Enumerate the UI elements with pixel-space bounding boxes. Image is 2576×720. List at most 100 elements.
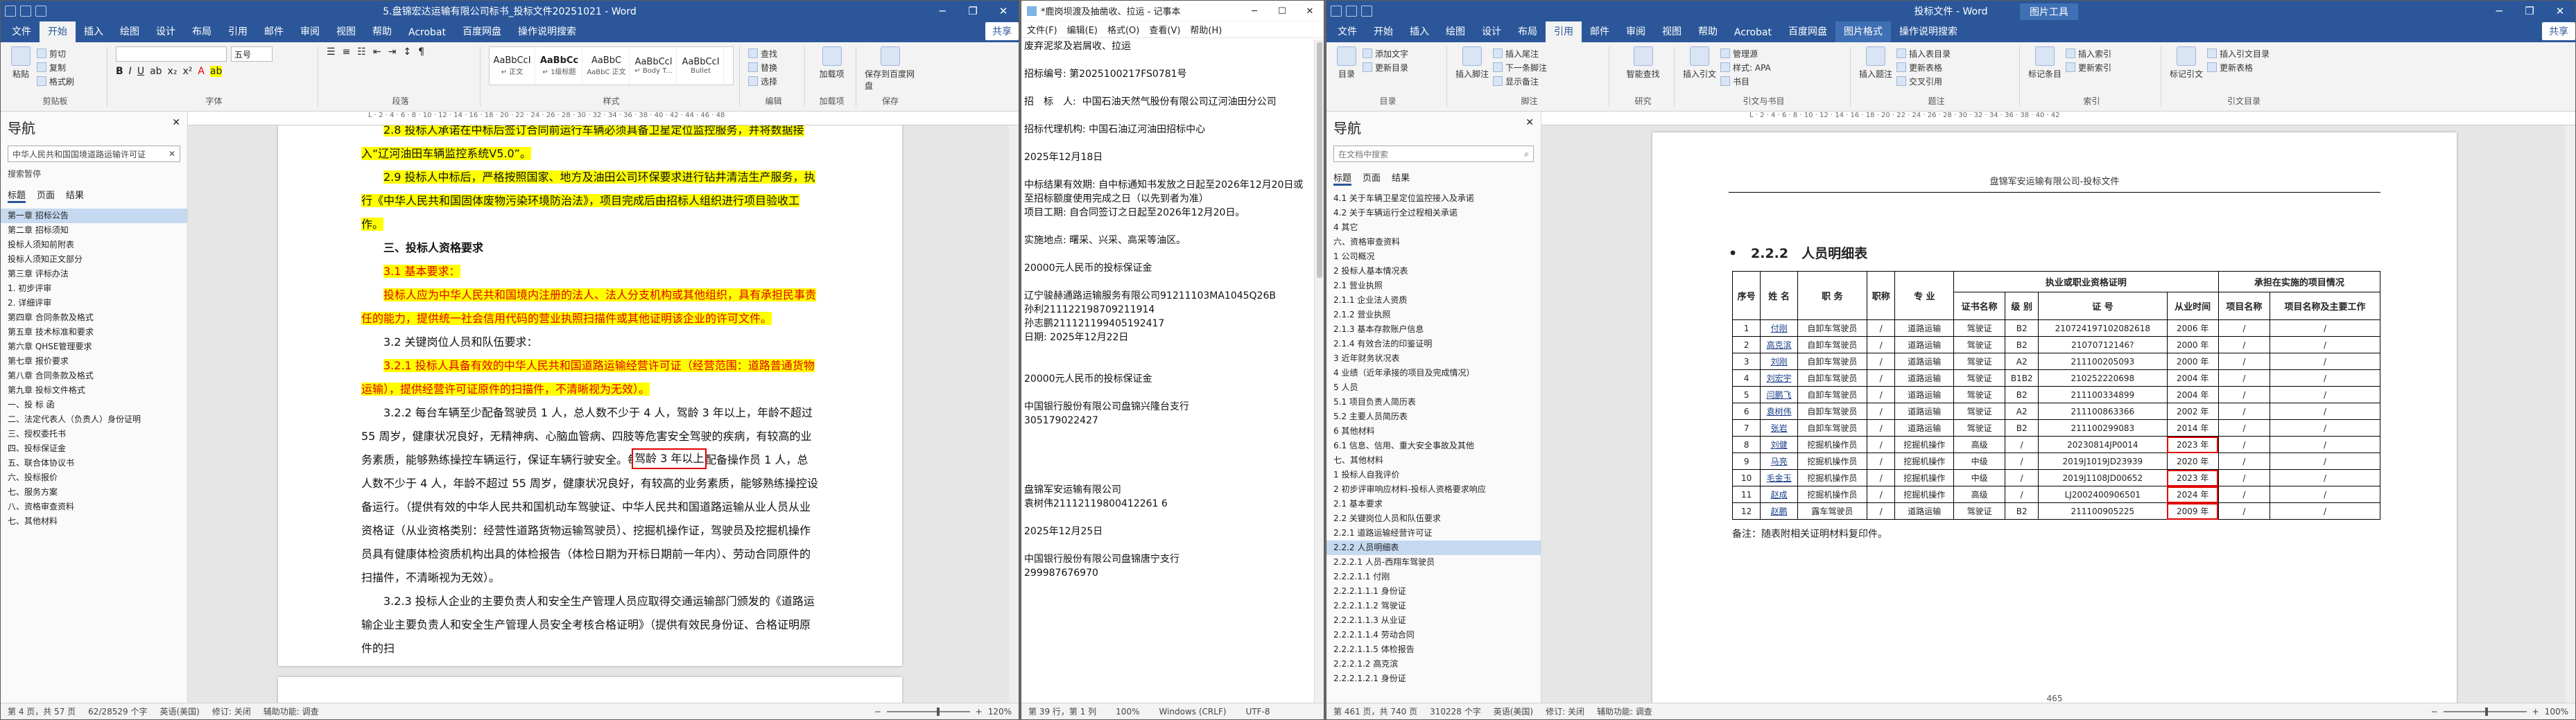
update-toa-button[interactable]: 更新表格 bbox=[2207, 60, 2270, 74]
nav-tree-item[interactable]: 2.2.2.1.2 高克滨 bbox=[1326, 657, 1541, 671]
nav-tab-results[interactable]: 结果 bbox=[66, 188, 84, 203]
nav-tree-item[interactable]: 2.1.2 营业执照 bbox=[1326, 308, 1541, 322]
nav-tree-item[interactable]: 第七章 报价要求 bbox=[1, 354, 187, 369]
share-button[interactable]: 共享 bbox=[2542, 22, 2575, 40]
addins-button[interactable]: 加载项 bbox=[813, 46, 850, 80]
page-counter[interactable]: 第 461 页，共 740 页 bbox=[1333, 705, 1417, 717]
zoom-out-icon[interactable]: − bbox=[2431, 707, 2438, 717]
paste-button[interactable]: 粘贴 bbox=[9, 46, 33, 80]
tab-acrobat[interactable]: Acrobat bbox=[400, 23, 454, 42]
tab-file[interactable]: 文件 bbox=[3, 20, 40, 42]
insert-endnote-button[interactable]: 插入尾注 bbox=[1493, 46, 1547, 60]
nav-tree-item[interactable]: 2.2.1 道路运输经营许可证 bbox=[1326, 526, 1541, 541]
nav-tree-item[interactable]: 2.1 营业执照 bbox=[1326, 279, 1541, 293]
nav-tree-item[interactable]: 4 业绩（近年承接的项目及完成情况） bbox=[1326, 366, 1541, 380]
language[interactable]: 英语(美国) bbox=[1494, 705, 1533, 717]
select-button[interactable]: 选择 bbox=[748, 74, 799, 88]
vertical-scrollbar[interactable] bbox=[1314, 39, 1324, 703]
nav-tree-item[interactable]: 一、投 标 函 bbox=[1, 398, 187, 412]
update-table-button[interactable]: 更新目录 bbox=[1363, 60, 1408, 74]
tab-mailings[interactable]: 邮件 bbox=[256, 20, 292, 42]
nav-tree-item[interactable]: 2. 详细评审 bbox=[1, 296, 187, 310]
copy-button[interactable]: 复制 bbox=[37, 60, 74, 74]
search-icon[interactable]: ⌕ bbox=[1524, 149, 1529, 159]
save-to-baidu-button[interactable]: 保存到百度网盘 bbox=[865, 46, 916, 91]
nav-tree-item[interactable]: 1. 初步评审 bbox=[1, 281, 187, 296]
nav-tree-item[interactable]: 五、联合体协议书 bbox=[1, 456, 187, 471]
language[interactable]: 英语(美国) bbox=[159, 705, 199, 717]
nav-tree-item[interactable]: 三、授权委托书 bbox=[1, 427, 187, 441]
nav-tree-item[interactable]: 1 投标人自我评价 bbox=[1326, 468, 1541, 482]
nav-tree-item[interactable]: 6 其他材料 bbox=[1326, 424, 1541, 439]
replace-button[interactable]: 替换 bbox=[748, 60, 799, 74]
undo-icon[interactable] bbox=[20, 6, 31, 17]
find-button[interactable]: 查找 bbox=[748, 46, 799, 60]
insert-citation-button[interactable]: 插入引文 bbox=[1683, 46, 1716, 80]
tab-draw[interactable]: 绘图 bbox=[112, 20, 148, 42]
menu-file[interactable]: 文件(F) bbox=[1027, 23, 1057, 36]
style-select[interactable]: 样式: APA bbox=[1720, 60, 1771, 74]
nav-tab-results[interactable]: 结果 bbox=[1392, 170, 1410, 186]
nav-tree-item[interactable]: 六、资格审查资料 bbox=[1326, 235, 1541, 249]
tab-design[interactable]: 设计 bbox=[1473, 20, 1510, 42]
nav-tree-item[interactable]: 2.2.2.1.1.4 劳动合同 bbox=[1326, 628, 1541, 642]
restore-icon[interactable]: ❐ bbox=[2514, 1, 2545, 21]
nav-tree-item[interactable]: 七、服务方案 bbox=[1, 485, 187, 500]
nav-tree-item[interactable]: 2.2.2.1.1.1 身份证 bbox=[1326, 584, 1541, 599]
nav-tree-item[interactable]: 第四章 合同条款及格式 bbox=[1, 310, 187, 325]
format-painter-button[interactable]: 格式刷 bbox=[37, 74, 74, 88]
nav-search-input[interactable]: 中华人民共和国国境道路运输许可证 ✕ bbox=[8, 146, 180, 162]
style-item[interactable]: AaBbC AaBbC 正文 bbox=[584, 47, 630, 85]
save-icon[interactable] bbox=[1331, 6, 1342, 17]
nav-tree-item[interactable]: 5.1 项目负责人简历表 bbox=[1326, 395, 1541, 410]
nav-tree-item[interactable]: 2.2.2.1.1.5 体检报告 bbox=[1326, 642, 1541, 657]
tab-file[interactable]: 文件 bbox=[1329, 20, 1365, 42]
insert-toa-button[interactable]: 插入引文目录 bbox=[2207, 46, 2270, 60]
italic-button[interactable]: I bbox=[129, 66, 132, 77]
nav-tree-item[interactable]: 2.2.2.1.2.1 身份证 bbox=[1326, 671, 1541, 686]
nav-tree-item[interactable]: 3 近年财务状况表 bbox=[1326, 351, 1541, 366]
nav-tree-item[interactable]: 第九章 投标文件格式 bbox=[1, 383, 187, 398]
tab-references[interactable]: 引用 bbox=[1546, 20, 1582, 42]
close-icon[interactable]: ✕ bbox=[2545, 1, 2575, 21]
subscript-button[interactable]: x₂ bbox=[168, 66, 178, 77]
insert-caption-button[interactable]: 插入题注 bbox=[1859, 46, 1892, 80]
tell-me-search[interactable]: 操作说明搜索 bbox=[1891, 20, 1966, 42]
nav-tree-item[interactable]: 2.1.3 基本存款账户信息 bbox=[1326, 322, 1541, 337]
bullets-icon[interactable]: ☰ bbox=[327, 46, 336, 58]
zoom-slider[interactable] bbox=[886, 707, 970, 716]
minimize-icon[interactable]: ─ bbox=[1241, 1, 1268, 21]
nav-tree-item[interactable]: 2 初步评审响应材料-投标人资格要求响应 bbox=[1326, 482, 1541, 497]
nav-tree-item[interactable]: 八、资格审查资料 bbox=[1, 500, 187, 514]
superscript-button[interactable]: x² bbox=[182, 66, 192, 77]
add-text-button[interactable]: 添加文字 bbox=[1363, 46, 1408, 60]
nav-tree-item[interactable]: 2.2.2.1 人员-西翔车驾驶员 bbox=[1326, 555, 1541, 570]
tab-acrobat[interactable]: Acrobat bbox=[1726, 23, 1780, 42]
nav-tree-item[interactable]: 4 其它 bbox=[1326, 220, 1541, 235]
increase-indent-icon[interactable]: ⇥ bbox=[388, 46, 397, 58]
accessibility[interactable]: 辅助功能: 调查 bbox=[1597, 705, 1652, 717]
show-marks-icon[interactable]: ¶ bbox=[418, 46, 424, 58]
redo-icon[interactable] bbox=[35, 6, 46, 17]
close-icon[interactable]: ✕ bbox=[988, 1, 1019, 21]
track-changes[interactable]: 修订: 关闭 bbox=[212, 705, 251, 717]
show-notes-button[interactable]: 显示备注 bbox=[1493, 74, 1547, 88]
zoom-level[interactable]: 120% bbox=[988, 707, 1012, 717]
nav-tab-headings[interactable]: 标题 bbox=[1333, 170, 1352, 186]
nav-tree-item[interactable]: 第一章 招标公告 bbox=[1, 209, 187, 223]
nav-search-input[interactable]: 在文档中搜索 ⌕ bbox=[1333, 146, 1534, 162]
mark-entry-button[interactable]: 标记条目 bbox=[2028, 46, 2061, 80]
nav-tree-item[interactable]: 2.1.1 企业法人资质 bbox=[1326, 293, 1541, 308]
tab-references[interactable]: 引用 bbox=[220, 20, 256, 42]
tab-insert[interactable]: 插入 bbox=[76, 20, 112, 42]
style-item[interactable]: AaBbCcl ↵ Body T... bbox=[631, 47, 677, 85]
text-editor[interactable]: 废弃泥浆及岩屑收、拉运 招标编号: 第2025100217FS0781号招 标 人… bbox=[1021, 39, 1314, 703]
tell-me-search[interactable]: 操作说明搜索 bbox=[510, 20, 585, 42]
zoom-level[interactable]: 100% bbox=[2545, 707, 2568, 717]
minimize-icon[interactable]: ─ bbox=[2484, 1, 2514, 21]
tab-view[interactable]: 视图 bbox=[1654, 20, 1690, 42]
nav-tree-item[interactable]: 第五章 技术标准和要求 bbox=[1, 325, 187, 340]
tab-design[interactable]: 设计 bbox=[148, 20, 184, 42]
nav-tree-item[interactable]: 2.2.2.1.1 付刚 bbox=[1326, 570, 1541, 584]
nav-tree-item[interactable]: 七、其他材料 bbox=[1, 514, 187, 529]
